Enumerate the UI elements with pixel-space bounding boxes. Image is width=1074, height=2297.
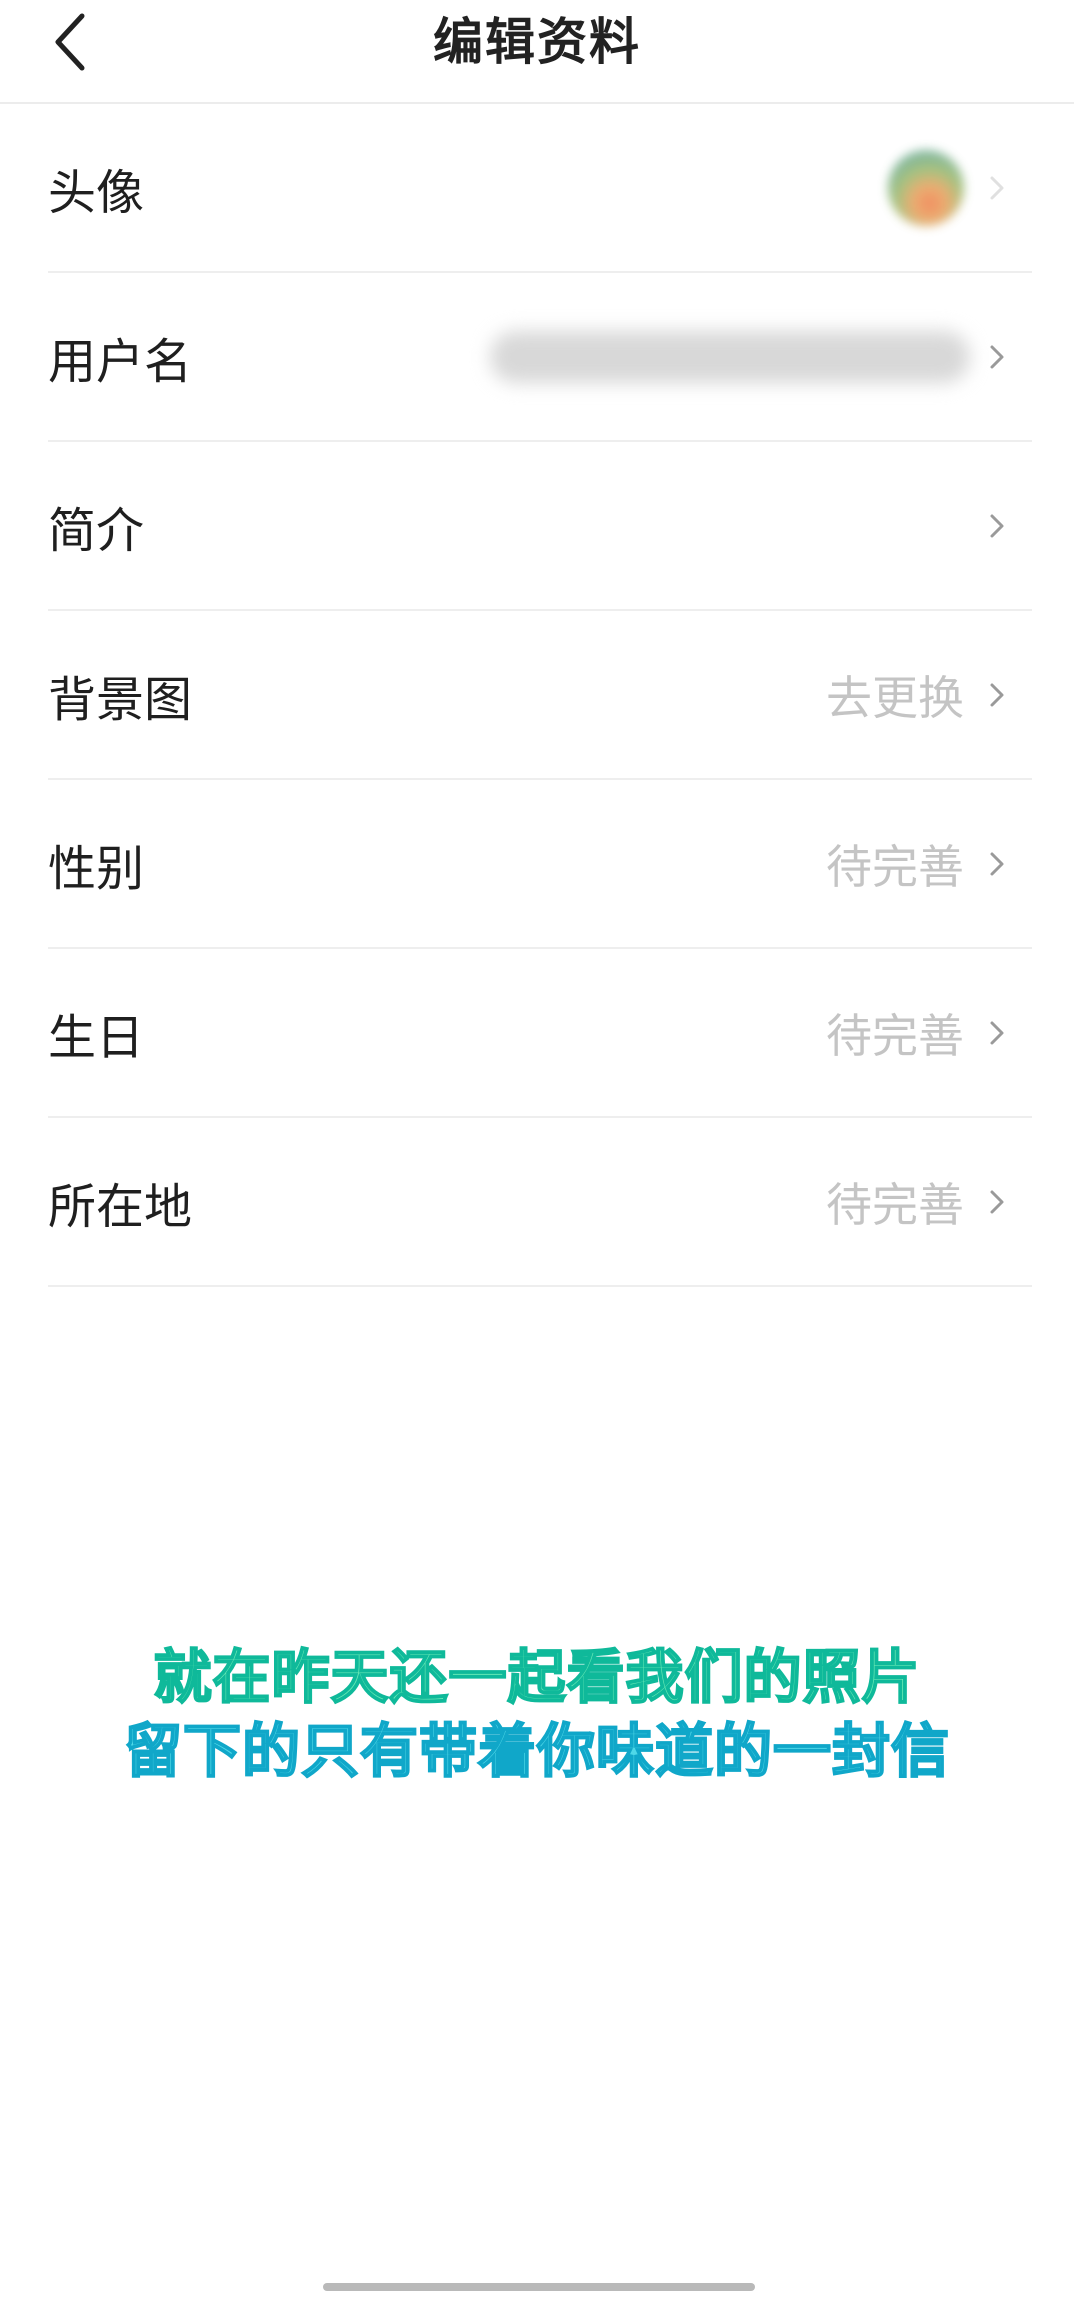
chevron-right-icon [990,683,1004,706]
row-label: 头像 [48,164,145,221]
row-bio[interactable]: 简介 [48,442,1032,611]
chevron-right-icon [990,176,1004,199]
row-label: 背景图 [48,671,193,728]
row-location[interactable]: 所在地 待完善 [48,1118,1032,1287]
chevron-right-icon [990,1190,1004,1213]
chevron-right-icon [990,514,1004,537]
blurred-username-value [490,330,970,383]
row-value: 待完善 [826,1177,964,1232]
row-label: 简介 [48,502,145,559]
video-subtitle-line-1: 就在昨天还一起看我们的照片 [152,1642,921,1712]
top-navigation-bar: 编辑资料 [0,0,1074,104]
chevron-right-icon [990,852,1004,875]
row-label: 用户名 [48,333,193,390]
row-birthday[interactable]: 生日 待完善 [48,949,1032,1118]
row-label: 所在地 [48,1178,193,1235]
row-username[interactable]: 用户名 [48,273,1032,442]
row-value: 去更换 [826,670,964,725]
row-label: 性别 [48,840,145,897]
page-title: 编辑资料 [433,13,641,71]
chevron-right-icon [990,1021,1004,1044]
row-value: 待完善 [826,839,964,894]
chevron-right-icon [990,345,1004,368]
row-label: 生日 [48,1009,145,1066]
video-subtitle-line-2: 留下的只有带着你味道的一封信 [123,1716,950,1786]
home-indicator[interactable] [323,2283,755,2291]
row-value: 待完善 [826,1008,964,1063]
row-gender[interactable]: 性别 待完善 [48,780,1032,949]
profile-settings-list: 头像 用户名 简介 背景图 去更换 性别 待完善 生日 待完善 所在地 待完善 [48,104,1032,1287]
row-avatar[interactable]: 头像 [48,104,1032,273]
row-background-image[interactable]: 背景图 去更换 [48,611,1032,780]
avatar [888,149,964,226]
